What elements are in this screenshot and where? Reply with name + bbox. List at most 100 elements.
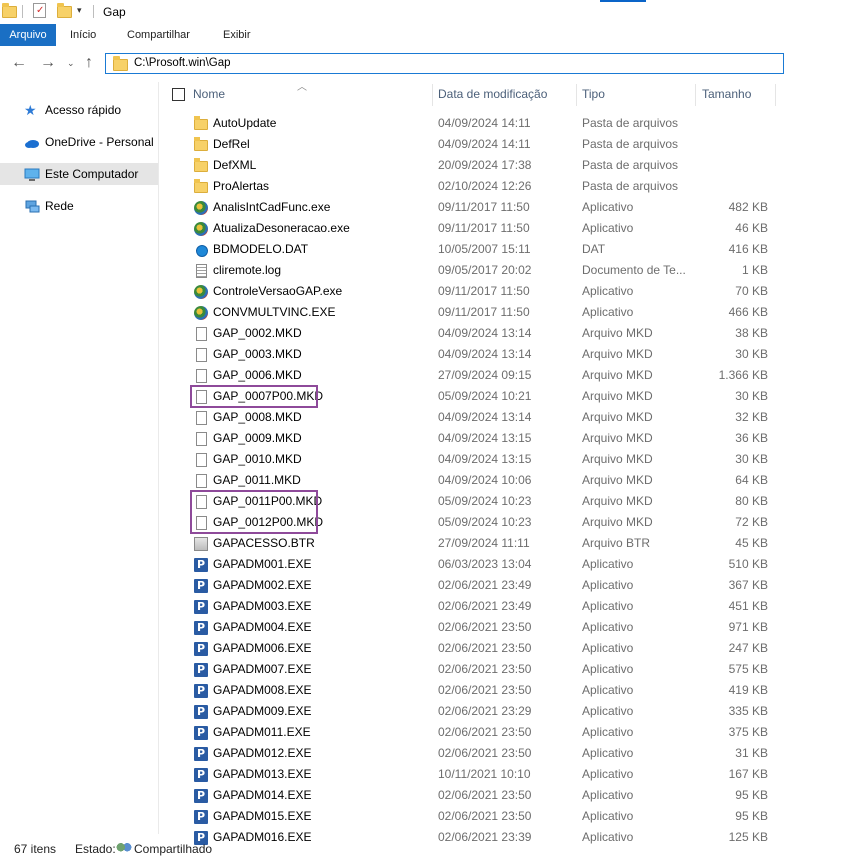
file-row[interactable]: GAPACESSO.BTR 27/09/2024 11:11 Arquivo BTR… <box>160 533 780 554</box>
file-size: 30 KB <box>735 347 768 361</box>
file-row[interactable]: GAP_0003.MKD 04/09/2024 13:14 Arquivo MKD 3… <box>160 344 780 365</box>
forward-icon[interactable]: → <box>40 54 56 72</box>
file-date: 09/05/2017 20:02 <box>438 263 532 277</box>
file-size: 510 KB <box>728 557 768 571</box>
tab-exibir[interactable]: Exibir <box>223 24 251 46</box>
gap-app-icon: P <box>194 684 208 698</box>
file-row[interactable]: GAP_0009.MKD 04/09/2024 13:15 Arquivo MKD 3… <box>160 428 780 449</box>
file-row[interactable]: AnalisIntCadFunc.exe 09/11/2017 11:50 Apli… <box>160 197 780 218</box>
column-separator[interactable] <box>576 84 577 106</box>
file-row[interactable]: GAP_0008.MKD 04/09/2024 13:14 Arquivo MKD 3… <box>160 407 780 428</box>
file-row[interactable]: P GAPADM013.EXE 10/11/2021 10:10 Aplicativo… <box>160 764 780 785</box>
tab-inicio[interactable]: Início <box>70 24 96 46</box>
file-size: 1 KB <box>741 263 768 277</box>
item-count: 67 itens <box>14 842 57 856</box>
properties-icon[interactable]: ✓ <box>33 3 46 18</box>
file-size: 167 KB <box>728 767 768 781</box>
file-size: 482 KB <box>728 200 768 214</box>
file-row[interactable]: P GAPADM006.EXE 02/06/2021 23:50 Aplicativo… <box>160 638 780 659</box>
file-row[interactable]: cliremote.log 09/05/2017 20:02 Documento d… <box>160 260 780 281</box>
back-icon[interactable]: ← <box>11 54 27 72</box>
file-row[interactable]: GAP_0006.MKD 27/09/2024 09:15 Arquivo MKD 1… <box>160 365 780 386</box>
up-icon[interactable]: ↑ <box>85 54 93 72</box>
file-row[interactable]: P GAPADM012.EXE 02/06/2021 23:50 Aplicativo… <box>160 743 780 764</box>
gap-app-icon: P <box>194 642 208 656</box>
document-icon <box>196 474 207 488</box>
file-name: CONVMULTVINC.EXE <box>213 305 336 319</box>
file-row[interactable]: DefRel 04/09/2024 14:11 Pasta de arquivos <box>160 134 780 155</box>
address-bar[interactable]: C:\Prosoft.win\Gap <box>105 53 784 74</box>
status-state-value: Compartilhado <box>134 842 213 856</box>
file-row[interactable]: ProAlertas 02/10/2024 12:26 Pasta de arqui… <box>160 176 780 197</box>
gap-app-icon: P <box>194 810 208 824</box>
btr-file-icon <box>194 537 208 551</box>
file-row[interactable]: AutoUpdate 04/09/2024 14:11 Pasta de arqui… <box>160 113 780 134</box>
file-name: GAPADM014.EXE <box>213 788 312 802</box>
select-all-checkbox[interactable] <box>172 88 185 101</box>
column-header-name[interactable]: Nome <box>193 87 225 101</box>
file-row[interactable]: P GAPADM008.EXE 02/06/2021 23:50 Aplicativo… <box>160 680 780 701</box>
file-date: 04/09/2024 13:14 <box>438 347 532 361</box>
file-row[interactable]: AtualizaDesoneracao.exe 09/11/2017 11:50 A… <box>160 218 780 239</box>
file-row[interactable]: ControleVersaoGAP.exe 09/11/2017 11:50 Apl… <box>160 281 780 302</box>
tab-compartilhar[interactable]: Compartilhar <box>127 24 190 46</box>
file-row[interactable]: BDMODELO.DAT 10/05/2007 15:11 DAT 416 KB <box>160 239 780 260</box>
file-name: DefXML <box>213 158 257 172</box>
file-date: 05/09/2024 10:21 <box>438 389 532 403</box>
new-folder-icon[interactable] <box>57 3 72 18</box>
pane-divider[interactable] <box>158 82 159 834</box>
column-header-date[interactable]: Data de modificação <box>438 87 547 101</box>
file-date: 02/06/2021 23:50 <box>438 641 532 655</box>
column-separator[interactable] <box>695 84 696 106</box>
column-header-size[interactable]: Tamanho <box>702 87 751 101</box>
file-name: GAPADM004.EXE <box>213 620 312 634</box>
nav-item-este-computador[interactable]: Este Computador <box>0 163 158 185</box>
file-date: 04/09/2024 13:15 <box>438 452 532 466</box>
file-size: 36 KB <box>735 431 768 445</box>
computer-icon <box>24 167 40 181</box>
file-row[interactable]: P GAPADM004.EXE 02/06/2021 23:50 Aplicativo… <box>160 617 780 638</box>
file-size: 575 KB <box>728 662 768 676</box>
file-row[interactable]: CONVMULTVINC.EXE 09/11/2017 11:50 Aplicati… <box>160 302 780 323</box>
file-row[interactable]: P GAPADM007.EXE 02/06/2021 23:50 Aplicativo… <box>160 659 780 680</box>
file-name: GAPADM009.EXE <box>213 704 312 718</box>
column-headers: ︿ Nome Data de modificação Tipo Tamanho <box>160 82 864 106</box>
file-type: Arquivo MKD <box>582 494 653 508</box>
file-date: 02/06/2021 23:50 <box>438 683 532 697</box>
file-name: GAP_0008.MKD <box>213 410 302 424</box>
file-row[interactable]: P GAPADM009.EXE 02/06/2021 23:29 Aplicativo… <box>160 701 780 722</box>
file-row[interactable]: DefXML 20/09/2024 17:38 Pasta de arquivos <box>160 155 780 176</box>
nav-item-onedrive[interactable]: OneDrive - Personal <box>0 131 158 153</box>
file-row[interactable]: P GAPADM002.EXE 02/06/2021 23:49 Aplicativo… <box>160 575 780 596</box>
tab-arquivo[interactable]: Arquivo <box>0 24 56 46</box>
file-row[interactable]: GAP_0010.MKD 04/09/2024 13:15 Arquivo MKD 3… <box>160 449 780 470</box>
customize-toolbar-icon[interactable]: ▾ <box>77 5 82 16</box>
file-row[interactable]: P GAPADM001.EXE 06/03/2023 13:04 Aplicativo… <box>160 554 780 575</box>
file-type: Pasta de arquivos <box>582 158 679 172</box>
navigation-pane: ★ Acesso rápido OneDrive - Personal Este… <box>0 82 160 832</box>
title-bar: ✓ ▾ Gap <box>0 0 864 24</box>
file-row[interactable]: GAP_0002.MKD 04/09/2024 13:14 Arquivo MKD 3… <box>160 323 780 344</box>
nav-item-acesso-rapido[interactable]: ★ Acesso rápido <box>0 99 158 121</box>
nav-item-rede[interactable]: Rede <box>0 195 158 217</box>
file-row[interactable]: P GAPADM015.EXE 02/06/2021 23:50 Aplicativo… <box>160 806 780 827</box>
gap-app-icon: P <box>194 747 208 761</box>
column-header-type[interactable]: Tipo <box>582 87 605 101</box>
file-row[interactable]: P GAPADM003.EXE 02/06/2021 23:49 Aplicativo… <box>160 596 780 617</box>
file-size: 1.366 KB <box>718 368 768 382</box>
file-row[interactable]: P GAPADM011.EXE 02/06/2021 23:50 Aplicativo… <box>160 722 780 743</box>
column-separator[interactable] <box>775 84 776 106</box>
file-name: GAPADM001.EXE <box>213 557 312 571</box>
text-file-icon <box>196 264 207 278</box>
file-row[interactable]: GAP_0011.MKD 04/09/2024 10:06 Arquivo MKD 6… <box>160 470 780 491</box>
file-name: AtualizaDesoneracao.exe <box>213 221 350 235</box>
file-date: 09/11/2017 11:50 <box>438 305 530 319</box>
column-separator[interactable] <box>432 84 433 106</box>
file-size: 95 KB <box>735 788 768 802</box>
file-row[interactable]: P GAPADM014.EXE 02/06/2021 23:50 Aplicativo… <box>160 785 780 806</box>
file-name: GAP_0002.MKD <box>213 326 302 340</box>
file-date: 02/06/2021 23:50 <box>438 620 532 634</box>
recent-locations-icon[interactable]: ⌄ <box>67 54 75 72</box>
address-path[interactable]: C:\Prosoft.win\Gap <box>134 57 231 69</box>
file-size: 375 KB <box>728 725 768 739</box>
